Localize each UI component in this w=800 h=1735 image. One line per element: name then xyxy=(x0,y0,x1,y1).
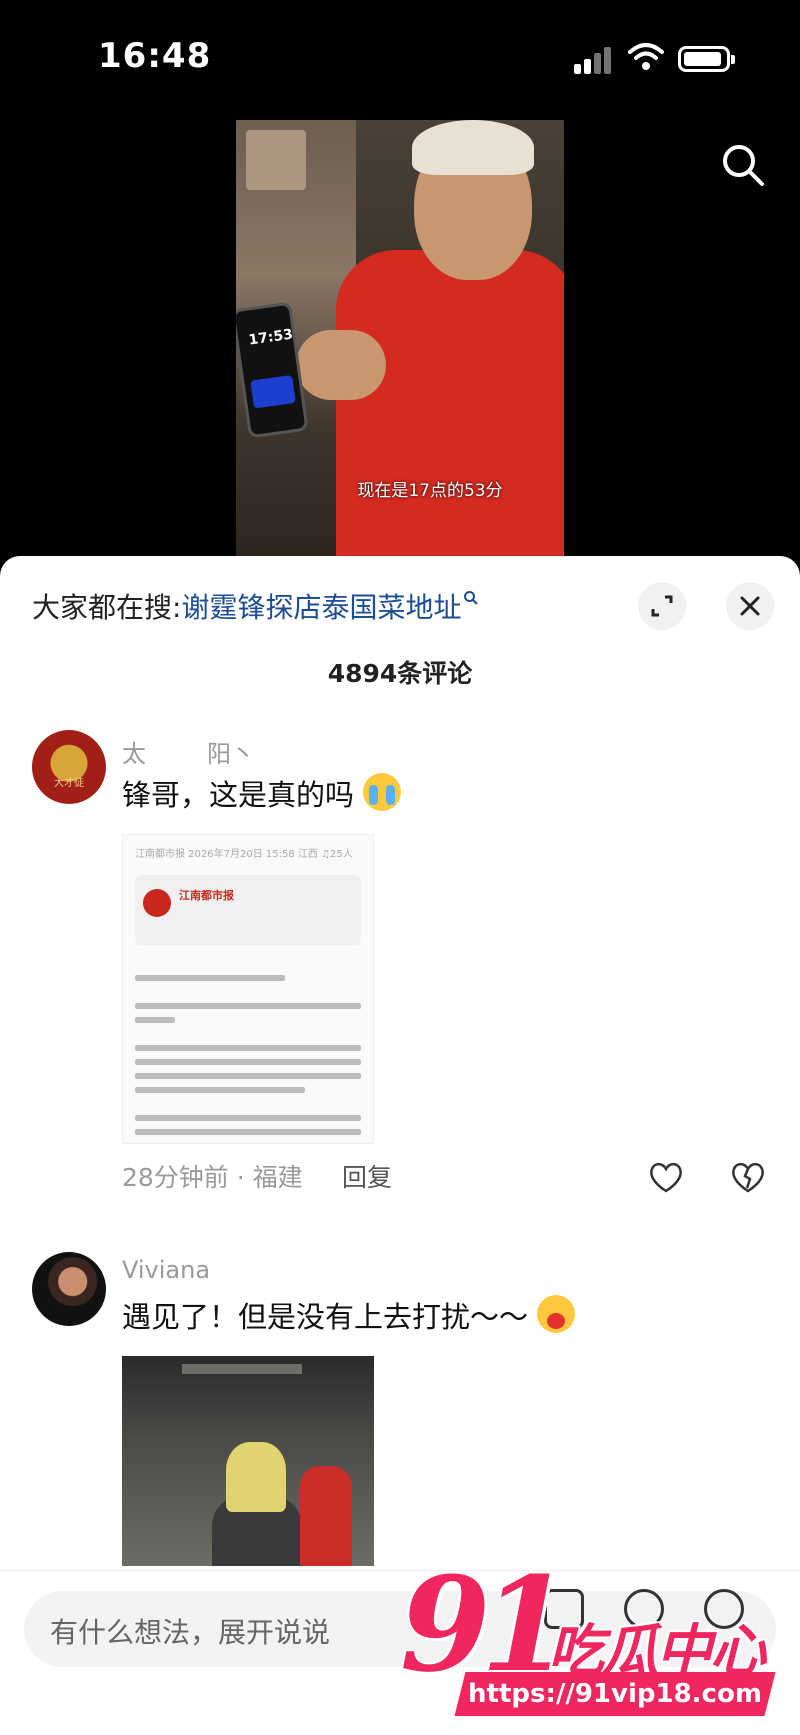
comment-input-placeholder: 有什么想法，展开说说 xyxy=(50,1616,331,1649)
hot-search-keyword[interactable]: 谢霆锋探店泰国菜地址 xyxy=(181,591,461,624)
news-account-card: 江南都市报 xyxy=(135,875,361,945)
comment-text: 锋哥，这是真的吗 xyxy=(122,772,402,814)
wifi-icon xyxy=(628,43,664,70)
broken-heart-icon[interactable] xyxy=(730,1160,766,1194)
hot-search-prefix: 大家都在搜: xyxy=(32,591,182,624)
newspaper-logo-icon xyxy=(143,889,171,917)
search-icon[interactable] xyxy=(718,140,768,190)
comment-count: 4894条评论 xyxy=(327,659,473,688)
avatar[interactable] xyxy=(32,1252,106,1326)
watermark-number: 91 xyxy=(400,1548,571,1701)
reply-button[interactable]: 回复 xyxy=(342,1158,392,1194)
red-jacket xyxy=(336,250,564,560)
expand-button[interactable] xyxy=(638,582,686,630)
heart-icon[interactable] xyxy=(648,1160,684,1194)
cellular-signal-icon xyxy=(574,46,614,74)
comment-image[interactable]: 江南都市报 2026年7月20日 15:58 江西 ♫25人 江南都市报 xyxy=(122,834,374,1144)
status-time: 16:48 xyxy=(98,36,212,76)
news-account-name: 江南都市报 xyxy=(179,889,234,902)
search-small-icon xyxy=(464,591,479,605)
battery-icon xyxy=(678,46,735,72)
watermark-url: https://91vip18.com xyxy=(454,1672,776,1716)
close-icon xyxy=(740,596,760,616)
expand-icon xyxy=(651,595,673,617)
avatar[interactable] xyxy=(32,730,106,804)
video-player[interactable]: 17:53 现在是17点的53分 xyxy=(236,120,564,560)
news-source-line: 江南都市报 2026年7月20日 15:58 江西 ♫25人 xyxy=(135,849,353,860)
status-bar: 16:48 xyxy=(0,0,800,110)
video-subtitle: 现在是17点的53分 xyxy=(357,481,503,501)
comment-username[interactable]: 太 阳丶 xyxy=(122,734,255,769)
close-button[interactable] xyxy=(726,582,774,630)
comment-item: 太 阳丶 锋哥，这是真的吗 江南都市报 2026年7月20日 15:58 江西 … xyxy=(0,730,800,1193)
watermark: 91 吃瓜中心 https://91vip18.com xyxy=(400,1560,800,1735)
comment-photo[interactable] xyxy=(122,1356,374,1566)
hugging-face-icon xyxy=(537,1295,576,1333)
crying-face-icon xyxy=(363,773,402,811)
comment-username[interactable]: Viviana xyxy=(122,1256,210,1284)
comment-meta: 28分钟前 · 福建 xyxy=(122,1163,303,1192)
hot-search-bar[interactable]: 大家都在搜:谢霆锋探店泰国菜地址 xyxy=(32,586,479,626)
comment-text: 遇见了！但是没有上去打扰～～ xyxy=(122,1294,576,1336)
